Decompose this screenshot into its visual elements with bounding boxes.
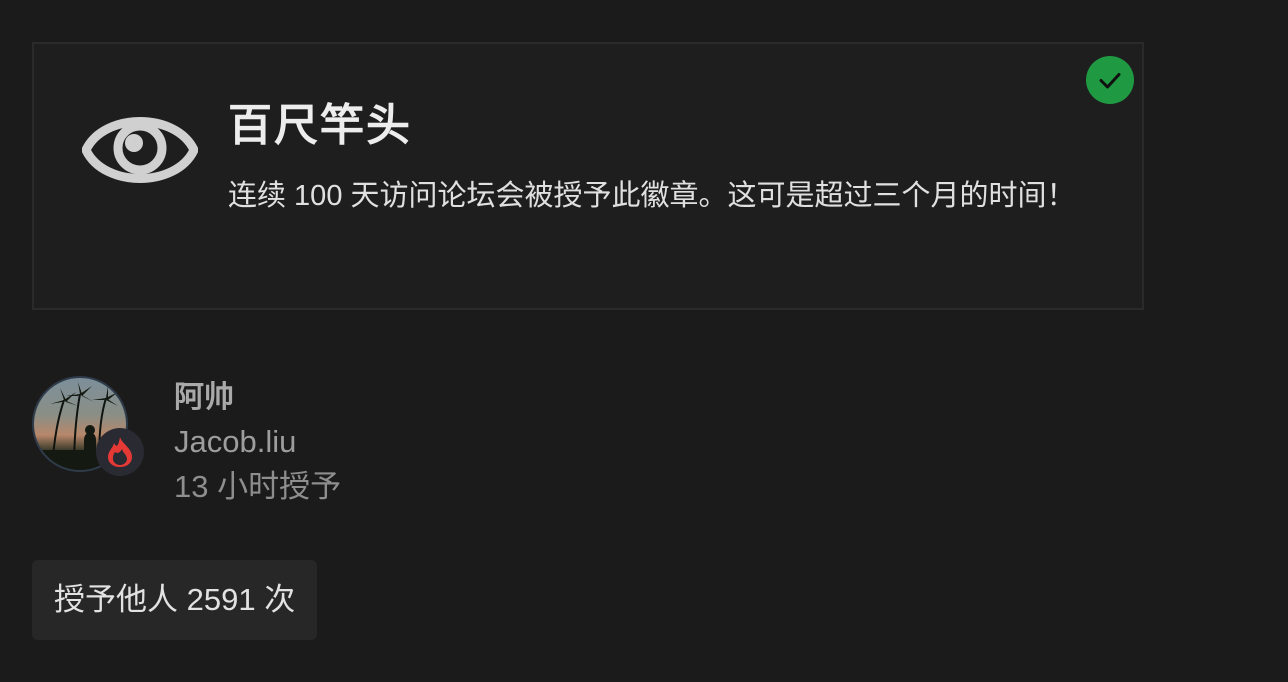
username[interactable]: Jacob.liu — [174, 422, 296, 462]
user-name[interactable]: 阿帅 — [174, 378, 234, 418]
granted-check-icon — [1086, 56, 1134, 104]
badge-title: 百尺竿头 — [228, 101, 412, 150]
flame-icon — [96, 428, 144, 476]
badge-card: 百尺竿头 连续 100 天访问论坛会被授予此徽章。这可是超过三个月的时间！ — [32, 42, 1144, 310]
user-info: 阿帅 Jacob.liu 13 小时授予 — [32, 376, 432, 516]
granted-time: 13 小时授予 — [174, 469, 342, 504]
eye-icon — [81, 102, 199, 198]
badge-description: 连续 100 天访问论坛会被授予此徽章。这可是超过三个月的时间！ — [228, 180, 1076, 212]
grant-count-badge: 授予他人 2591 次 — [32, 560, 318, 640]
